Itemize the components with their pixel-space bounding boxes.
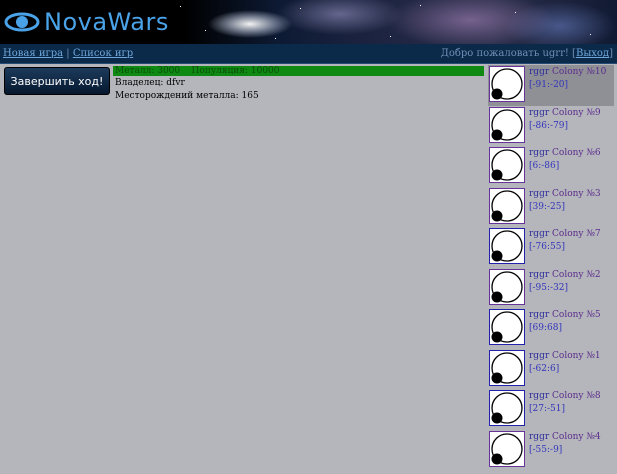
- colony-title: Colony №5: [552, 310, 601, 320]
- colony-owner: rggr: [529, 229, 550, 239]
- planet-orbit-icon: [491, 189, 523, 222]
- colony-item[interactable]: rggr Colony №1 [-62:6]: [488, 349, 614, 390]
- colony-title: Colony №8: [552, 391, 601, 401]
- colony-thumbnail[interactable]: [489, 268, 525, 305]
- colony-title: Colony №9: [552, 107, 601, 118]
- colony-name-link[interactable]: rggr Colony №10: [529, 66, 606, 78]
- end-turn-button[interactable]: Завершить ход!: [4, 67, 110, 95]
- colony-owner: rggr: [529, 148, 550, 158]
- colony-title: Colony №1: [552, 350, 601, 361]
- colony-coords: [-86:-79]: [529, 120, 569, 131]
- colony-coords: [6:-86]: [529, 161, 560, 171]
- colony-name-link[interactable]: rggr Colony №4: [529, 431, 601, 443]
- colony-coords: [-76:55]: [529, 242, 565, 252]
- colony-thumbnail[interactable]: [489, 66, 525, 102]
- colony-item[interactable]: rggr Colony №7 [-76:55]: [488, 227, 614, 268]
- colony-name-link[interactable]: rggr Colony №5: [529, 309, 601, 321]
- owner-line: Владелец: dfvr: [115, 78, 185, 88]
- planet-orbit-icon: [491, 149, 523, 181]
- colony-title: Colony №6: [552, 148, 601, 158]
- colony-item[interactable]: rggr Colony №8 [27:-51]: [488, 389, 614, 430]
- welcome-text: Добро пожаловать ugrr! [: [440, 48, 576, 59]
- colony-name-link[interactable]: rggr Colony №7: [529, 228, 601, 240]
- colony-title: Colony №2: [552, 269, 601, 280]
- nav-bar: Новая игра | Список игр Добро пожаловать…: [0, 44, 617, 64]
- colony-name-link[interactable]: rggr Colony №2: [529, 269, 601, 281]
- colony-owner: rggr: [529, 310, 550, 320]
- colony-item[interactable]: rggr Colony №9 [-86:-79]: [488, 106, 614, 147]
- colony-title: Colony №3: [552, 188, 601, 199]
- colony-coords: [27:-51]: [529, 404, 565, 414]
- new-game-link[interactable]: Новая игра: [3, 48, 63, 59]
- colony-owner: rggr: [529, 431, 550, 442]
- colony-thumbnail[interactable]: [489, 147, 525, 183]
- colony-item[interactable]: rggr Colony №5 [69:68]: [488, 308, 614, 349]
- colony-title: Colony №7: [552, 229, 601, 239]
- resource-bar: Металл: 3000 Популяция: 10000: [113, 66, 484, 76]
- planet-orbit-icon: [491, 270, 523, 303]
- colony-owner: rggr: [529, 391, 550, 401]
- planet-orbit-icon: [491, 351, 523, 384]
- colony-coords: [-91:-20]: [529, 80, 569, 90]
- colony-thumbnail[interactable]: [489, 349, 525, 386]
- colony-thumbnail[interactable]: [489, 106, 525, 143]
- planet-orbit-icon: [491, 432, 523, 465]
- colony-coords: [-95:-32]: [529, 282, 569, 293]
- colony-thumbnail[interactable]: [489, 228, 525, 264]
- colony-thumbnail[interactable]: [489, 390, 525, 426]
- colony-owner: rggr: [529, 350, 550, 361]
- exit-link[interactable]: Выход: [576, 48, 609, 59]
- colony-thumbnail[interactable]: [489, 309, 525, 345]
- nav-separator: |: [66, 48, 70, 59]
- planet-orbit-icon: [491, 392, 523, 424]
- colony-title: Colony №10: [552, 67, 607, 77]
- logo[interactable]: NovaWars: [4, 8, 169, 36]
- colony-item[interactable]: rggr Colony №10 [-91:-20]: [488, 65, 614, 106]
- header-banner: NovaWars: [0, 0, 617, 44]
- colony-title: Colony №4: [552, 431, 601, 442]
- colony-thumbnail[interactable]: [489, 430, 525, 467]
- colony-item[interactable]: rggr Colony №4 [-55:-9]: [488, 430, 614, 471]
- planet-orbit-icon: [491, 311, 523, 343]
- planet-orbit-icon: [491, 68, 523, 100]
- planet-ring-icon: [4, 12, 40, 32]
- colony-coords: [-55:-9]: [529, 444, 563, 455]
- colony-item[interactable]: rggr Colony №6 [6:-86]: [488, 146, 614, 187]
- colony-name-link[interactable]: rggr Colony №1: [529, 350, 601, 362]
- colony-item[interactable]: rggr Colony №2 [-95:-32]: [488, 268, 614, 309]
- colony-item[interactable]: rggr Colony №3 [39:-25]: [488, 187, 614, 228]
- welcome-end: ]: [609, 48, 613, 59]
- colony-list: rggr Colony №10 [-91:-20] rggr Colony №9 [-…: [488, 65, 614, 470]
- game-list-link[interactable]: Список игр: [73, 48, 133, 59]
- deposits-line: Месторождений металла: 165: [115, 91, 259, 101]
- planet-info: Металл: 3000 Популяция: 10000 Владелец: …: [113, 66, 484, 102]
- colony-coords: [39:-25]: [529, 201, 565, 212]
- colony-owner: rggr: [529, 269, 550, 280]
- planet-orbit-icon: [491, 230, 523, 262]
- colony-name-link[interactable]: rggr Colony №3: [529, 188, 601, 200]
- colony-thumbnail[interactable]: [489, 187, 525, 224]
- colony-coords: [69:68]: [529, 323, 562, 333]
- colony-owner: rggr: [529, 67, 550, 77]
- colony-name-link[interactable]: rggr Colony №6: [529, 147, 601, 159]
- colony-name-link[interactable]: rggr Colony №8: [529, 390, 601, 402]
- planet-orbit-icon: [491, 108, 523, 141]
- colony-name-link[interactable]: rggr Colony №9: [529, 107, 601, 119]
- colony-owner: rggr: [529, 188, 550, 199]
- logo-text: NovaWars: [44, 8, 169, 36]
- colony-owner: rggr: [529, 107, 550, 118]
- colony-coords: [-62:6]: [529, 363, 560, 374]
